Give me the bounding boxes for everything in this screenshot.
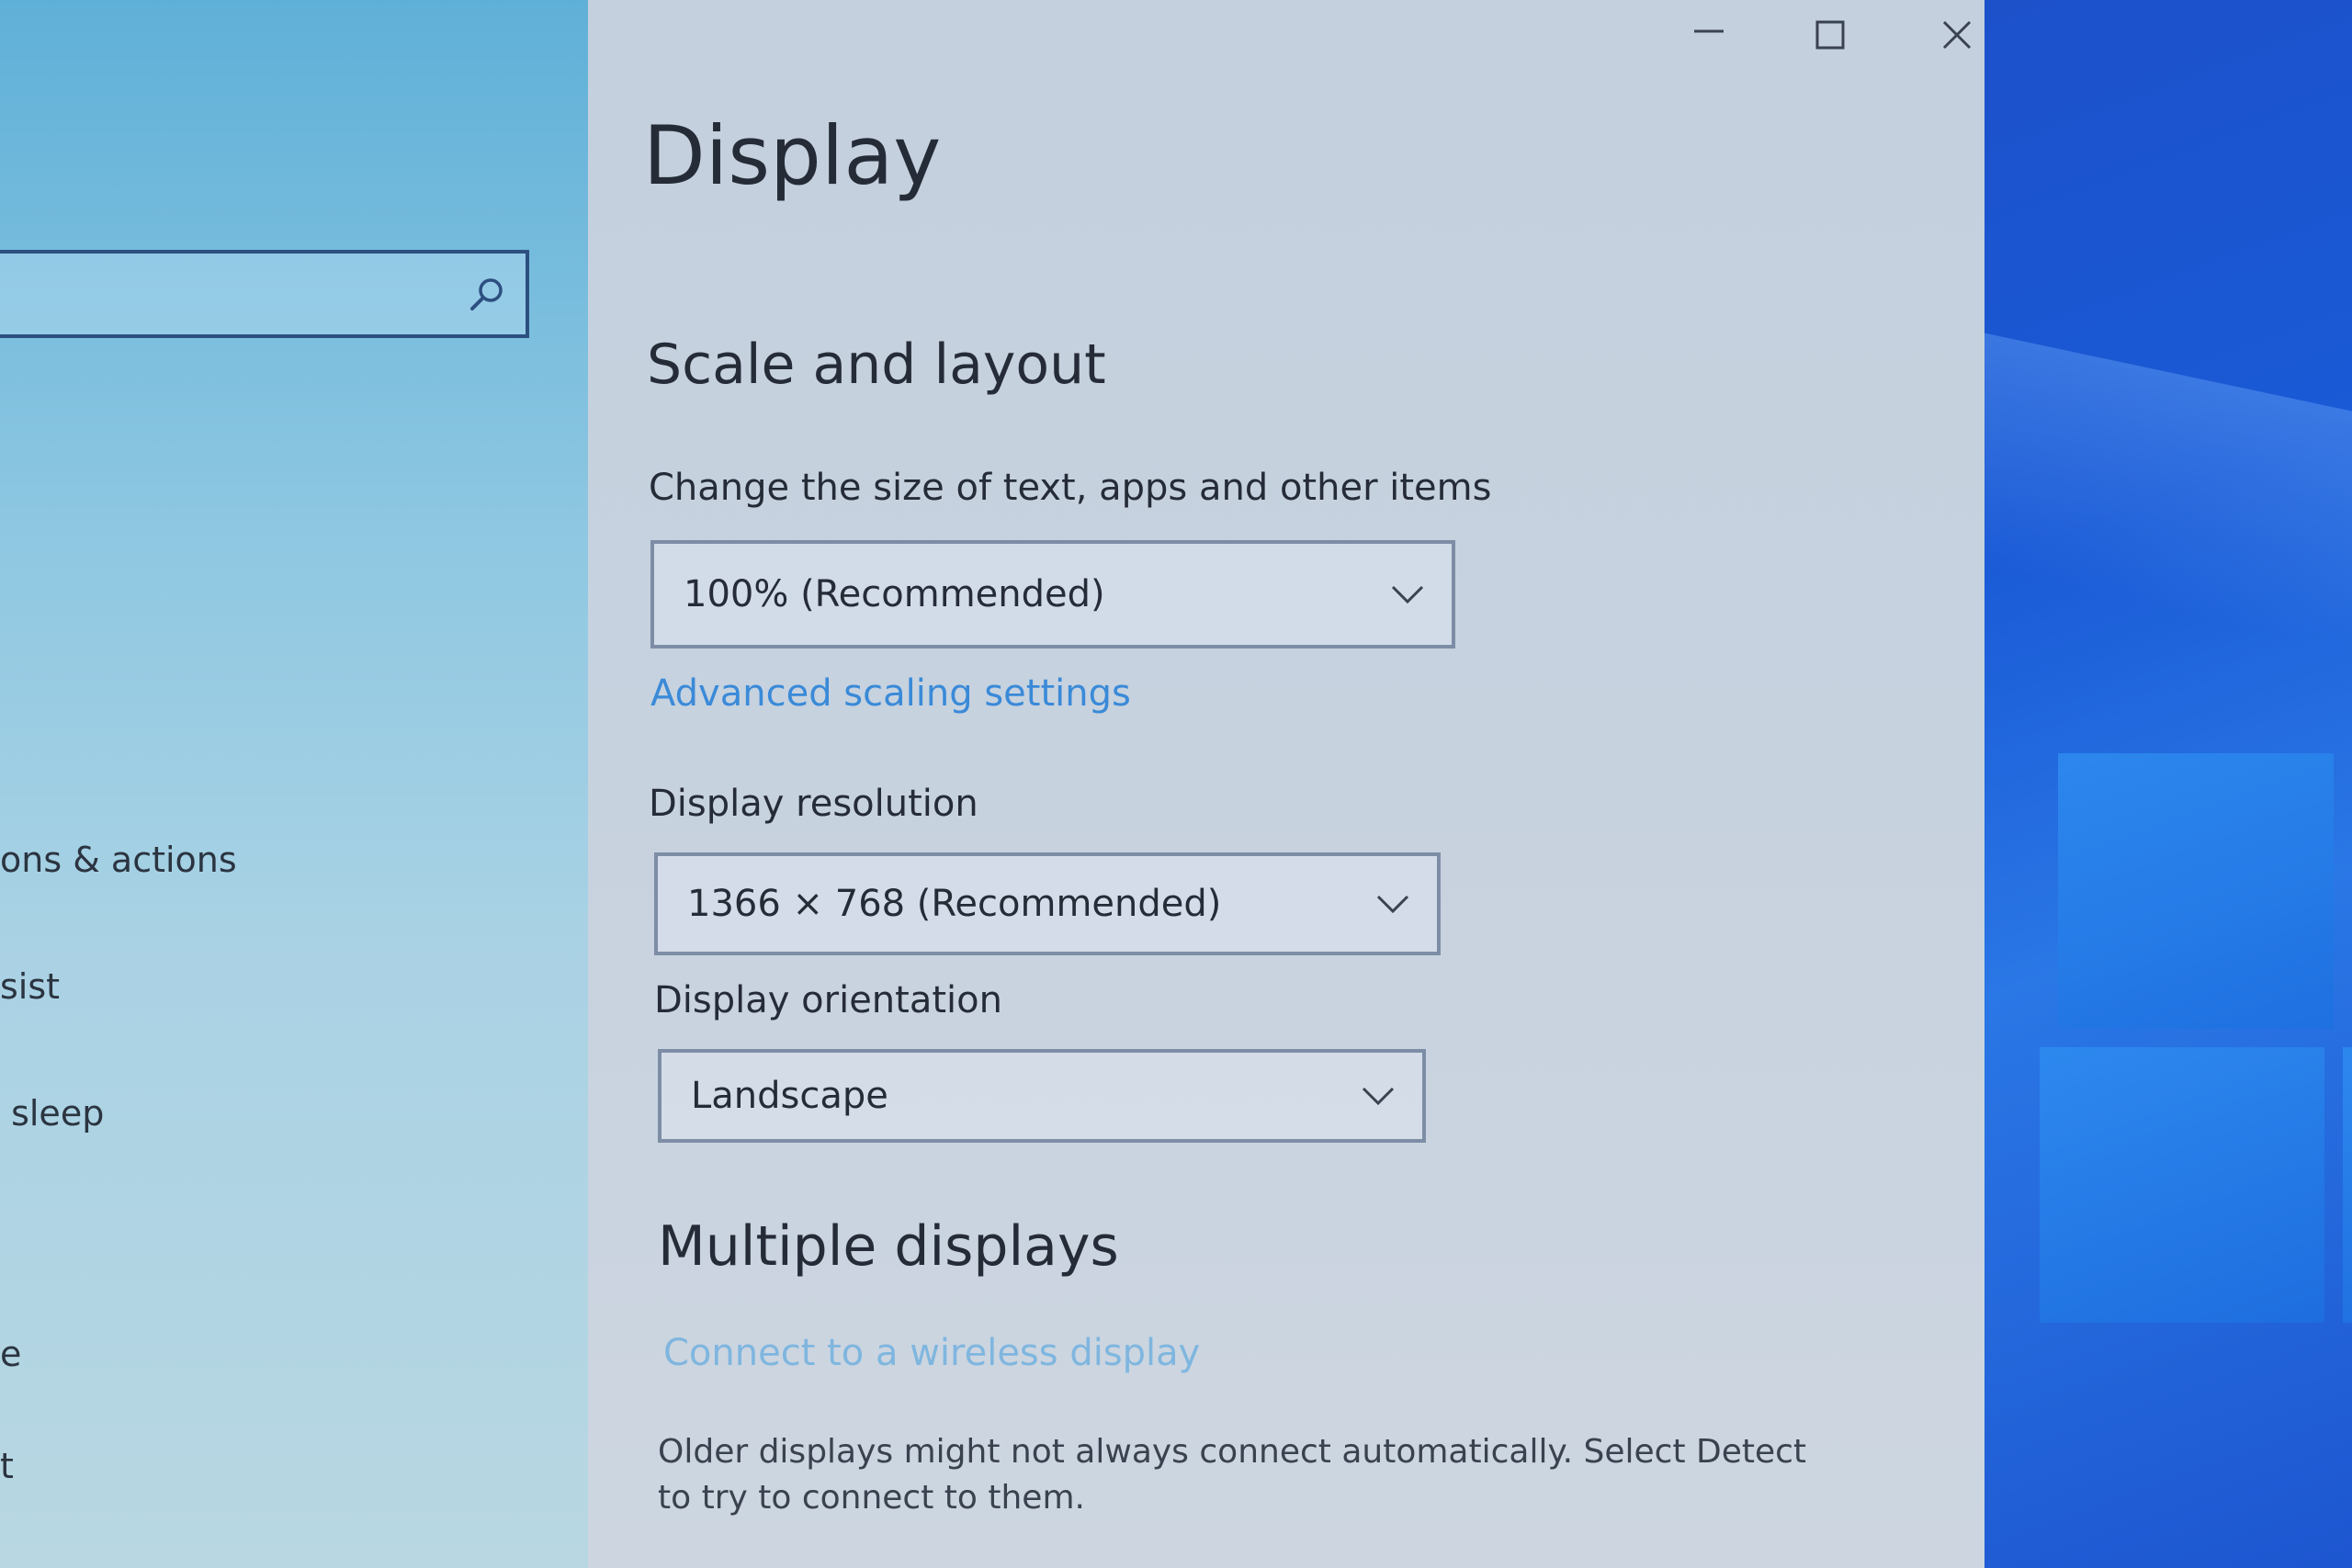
maximize-button[interactable] [1793,7,1867,62]
text-size-dropdown[interactable]: 100% (Recommended) [650,540,1455,649]
nav-item-storage[interactable]: e [0,1334,21,1374]
advanced-scaling-link[interactable]: Advanced scaling settings [650,672,1131,715]
text-size-label: Change the size of text, apps and other … [649,467,1492,509]
close-icon [1942,20,1972,50]
window-controls [1580,0,1984,73]
orientation-value: Landscape [691,1075,888,1117]
minimize-button[interactable] [1672,7,1746,62]
chevron-down-icon [1362,1087,1395,1106]
page-title: Display [643,108,942,203]
settings-nav-pane: ons & actions sist sleep e t [0,0,588,1568]
nav-item-tablet[interactable]: t [0,1446,14,1486]
section-title-scale-layout: Scale and layout [647,333,1106,397]
resolution-dropdown[interactable]: 1366 × 768 (Recommended) [654,852,1441,955]
nav-item-notifications[interactable]: ons & actions [0,840,237,880]
settings-main-pane: Display Scale and layout Change the size… [588,0,1984,1568]
search-icon[interactable] [467,274,507,314]
maximize-icon [1815,20,1845,50]
resolution-label: Display resolution [649,783,978,825]
minimize-icon [1694,29,1724,33]
detect-description: Older displays might not always connect … [658,1433,1807,1517]
section-title-multiple-displays: Multiple displays [658,1214,1119,1279]
nav-item-focus-assist[interactable]: sist [0,966,60,1007]
windows-logo [1948,716,2352,1562]
search-input[interactable] [0,250,529,338]
chevron-down-icon [1376,895,1409,914]
close-button[interactable] [1920,7,1994,62]
text-size-value: 100% (Recommended) [684,573,1105,615]
nav-item-power-sleep[interactable]: sleep [0,1093,104,1134]
wireless-display-link[interactable]: Connect to a wireless display [663,1332,1200,1374]
orientation-dropdown[interactable]: Landscape [658,1049,1426,1143]
resolution-value: 1366 × 768 (Recommended) [687,883,1222,925]
chevron-down-icon [1391,585,1424,604]
orientation-label: Display orientation [654,979,1002,1021]
